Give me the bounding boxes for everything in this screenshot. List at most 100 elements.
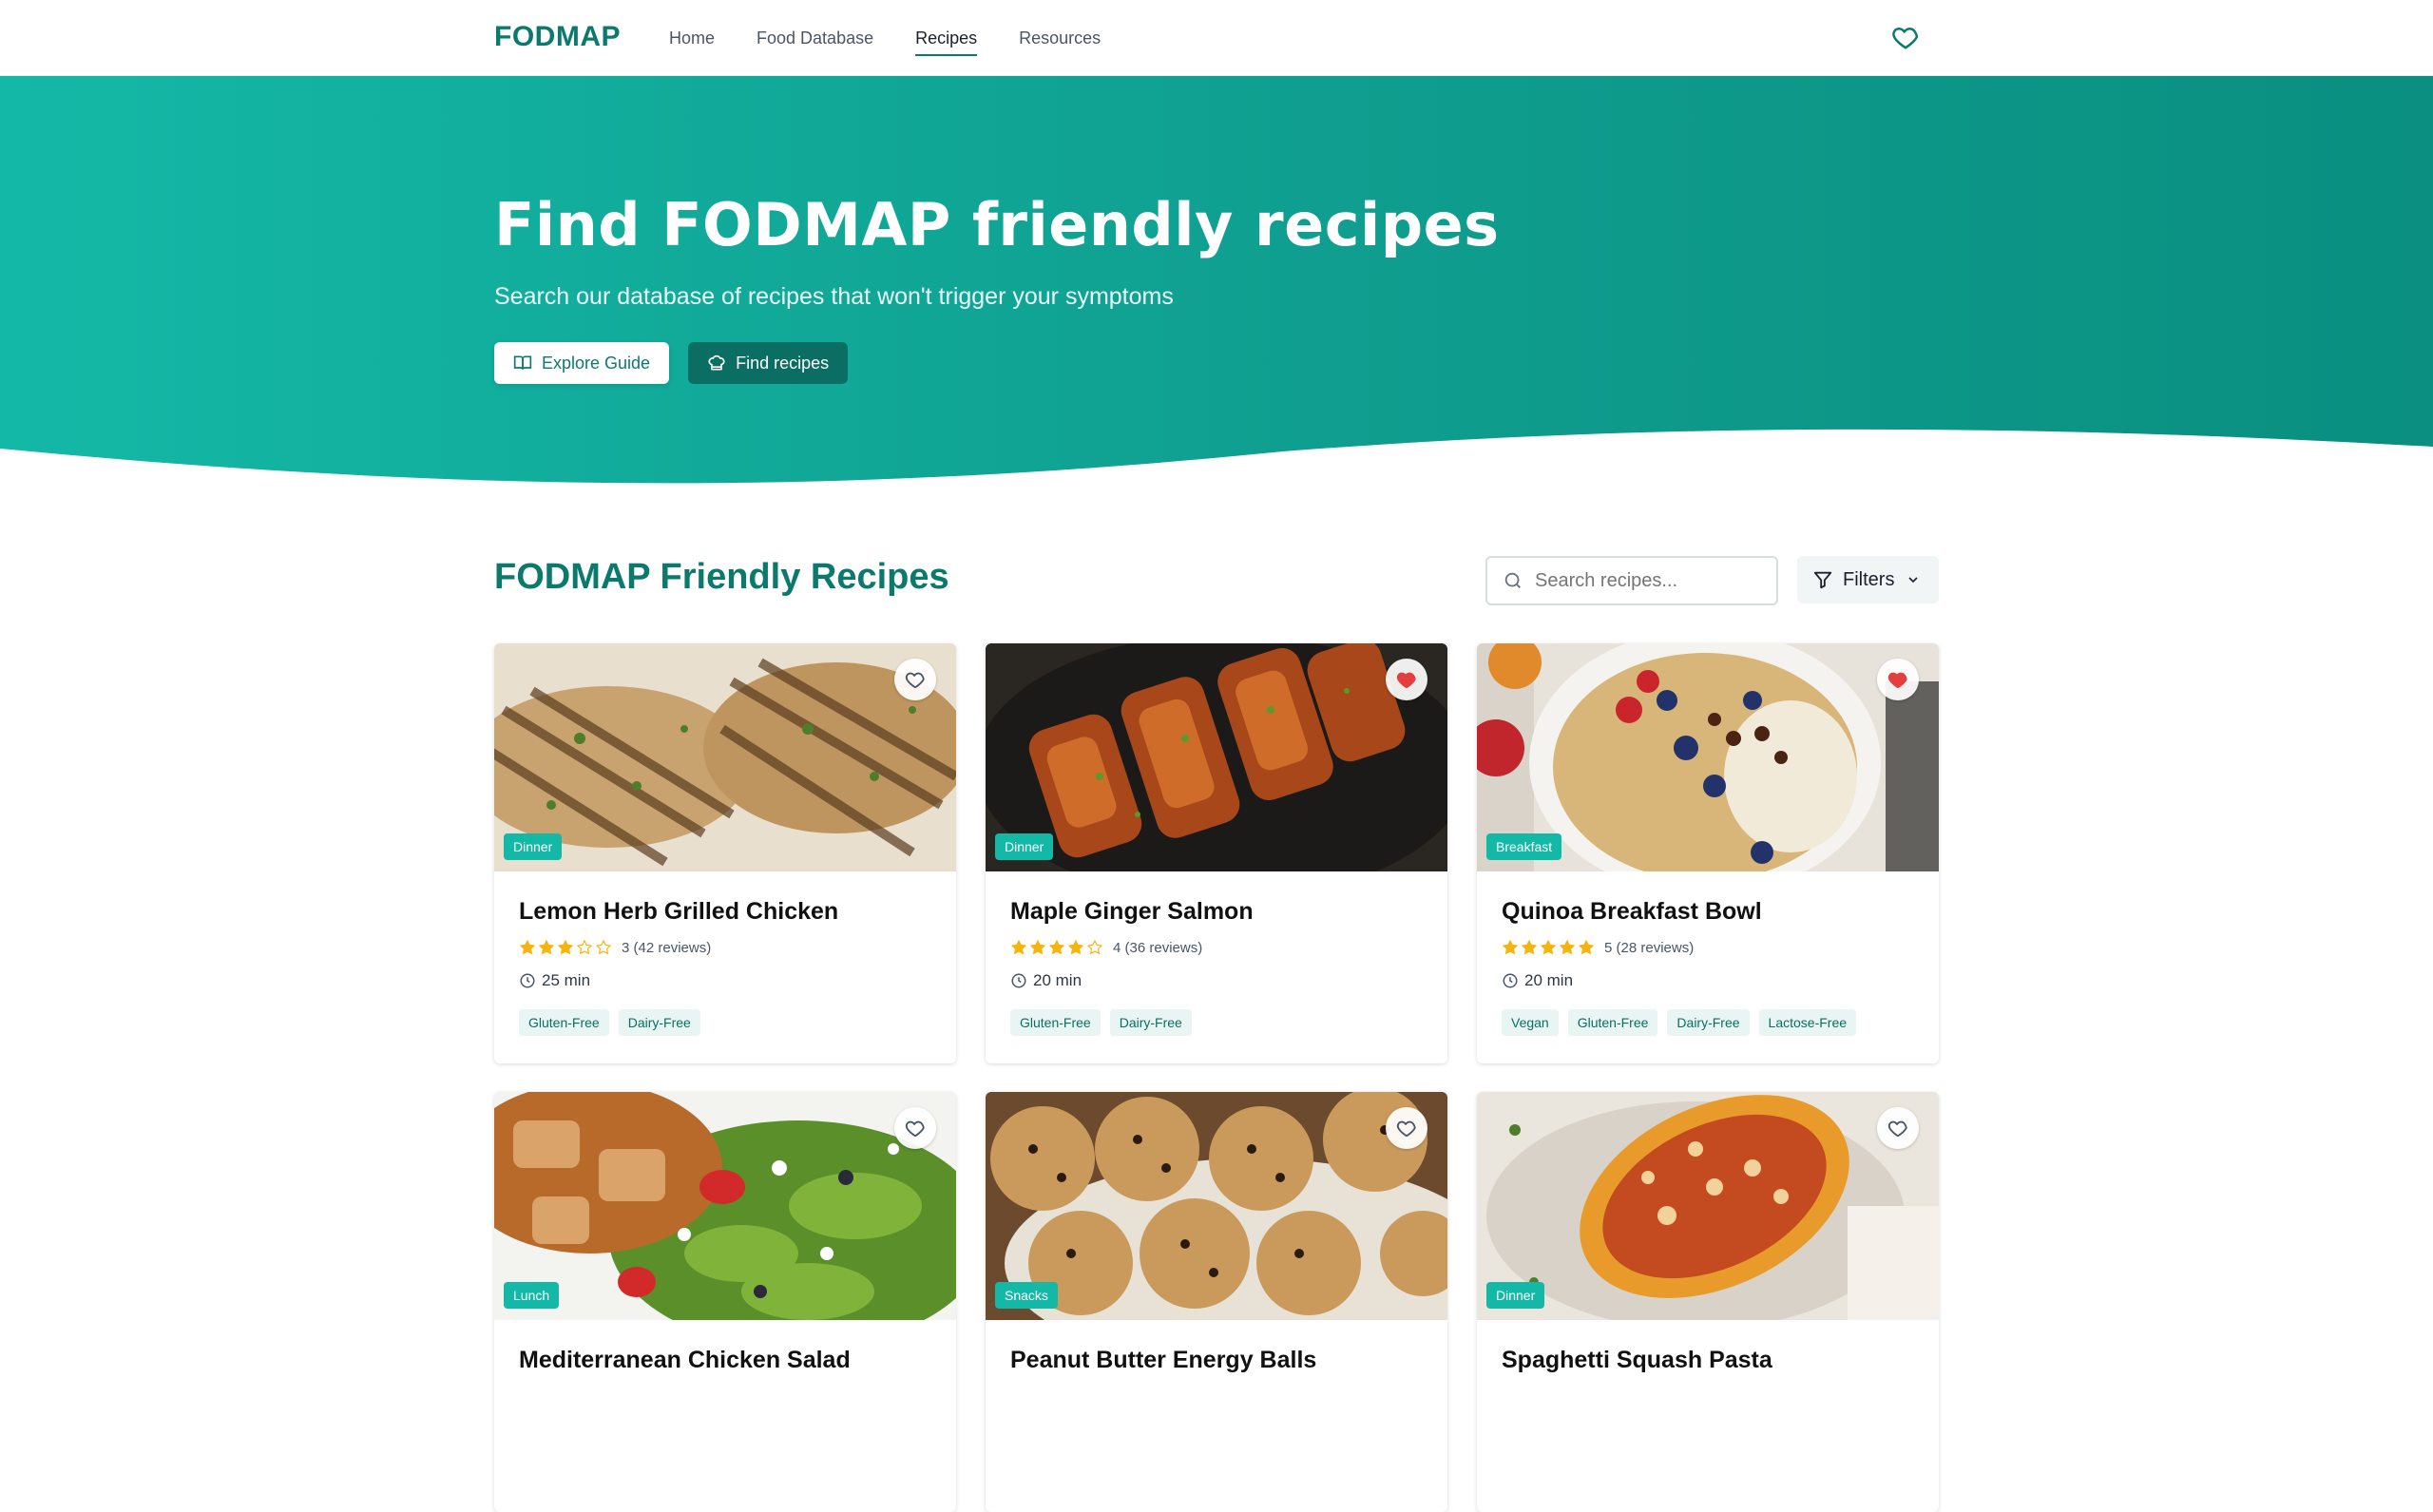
heart-outline-icon	[905, 672, 925, 689]
hero-subtitle: Search our database of recipes that won'…	[494, 283, 1174, 310]
nav-link-recipes[interactable]: Recipes	[915, 29, 978, 56]
glazed-salmon-photo	[986, 643, 1447, 871]
star-rating	[1010, 939, 1103, 956]
hero-wave-divider	[0, 429, 2433, 494]
favorite-button[interactable]	[1386, 659, 1427, 700]
tag-list: Gluten-Free Dairy-Free	[1010, 1009, 1428, 1036]
diet-tag: Dairy-Free	[1109, 1009, 1192, 1036]
category-badge: Snacks	[995, 1282, 1058, 1309]
tag-list: Gluten-Free Dairy-Free	[519, 1009, 937, 1036]
recipe-title: Quinoa Breakfast Bowl	[1502, 898, 1762, 925]
star-filled-icon	[1011, 940, 1026, 954]
clock-icon	[1011, 973, 1026, 988]
recipe-time: 25 min	[519, 971, 937, 990]
recipe-rating: 4 (36 reviews)	[1010, 939, 1428, 956]
chef-hat-icon	[708, 354, 725, 371]
explore-guide-label: Explore Guide	[542, 353, 651, 373]
star-filled-icon	[1068, 940, 1083, 954]
rating-text: 3 (42 reviews)	[622, 939, 712, 956]
star-filled-icon	[1541, 940, 1556, 954]
recipe-title: Maple Ginger Salmon	[1010, 898, 1254, 925]
nav-links: Home Food Database Recipes Resources	[669, 29, 1142, 56]
time-value: 20 min	[1033, 971, 1082, 989]
chicken-salad-photo	[494, 1092, 956, 1320]
star-filled-icon	[520, 940, 535, 954]
recipe-card[interactable]: Dinner Lemon Herb Grilled Chicken 3 (42 …	[494, 643, 956, 1063]
diet-tag: Vegan	[1502, 1009, 1559, 1036]
time-value: 25 min	[542, 971, 591, 989]
rating-text: 5 (28 reviews)	[1604, 939, 1695, 956]
rating-text: 4 (36 reviews)	[1113, 939, 1203, 956]
recipe-card[interactable]: Lunch Mediterranean Chicken Salad	[494, 1092, 956, 1512]
star-filled-icon	[558, 940, 573, 954]
diet-tag: Gluten-Free	[1010, 1009, 1101, 1036]
heart-outline-icon	[1396, 1120, 1416, 1138]
nav-link-resources[interactable]: Resources	[1019, 29, 1101, 56]
clock-icon	[1503, 973, 1518, 988]
filters-label: Filters	[1843, 568, 1895, 590]
recipe-rating: 3 (42 reviews)	[519, 939, 937, 956]
star-empty-icon	[596, 940, 611, 954]
nav-link-food-database[interactable]: Food Database	[757, 29, 873, 56]
category-badge: Breakfast	[1486, 833, 1562, 860]
star-filled-icon	[539, 940, 554, 954]
recipe-card[interactable]: Dinner Maple Ginger Salmon 4 (36 reviews…	[986, 643, 1447, 1063]
hero-title: Find FODMAP friendly recipes	[494, 190, 1500, 259]
category-badge: Lunch	[504, 1282, 560, 1309]
diet-tag: Dairy-Free	[618, 1009, 700, 1036]
diet-tag: Lactose-Free	[1758, 1009, 1857, 1036]
favorites-heart-icon[interactable]	[1891, 23, 1920, 51]
favorite-button[interactable]	[894, 659, 936, 700]
recipe-card[interactable]: Breakfast Quinoa Breakfast Bowl 5 (28 re…	[1477, 643, 1939, 1063]
star-filled-icon	[1560, 940, 1575, 954]
explore-guide-button[interactable]: Explore Guide	[494, 342, 670, 384]
favorite-button[interactable]	[894, 1107, 936, 1149]
filters-button[interactable]: Filters	[1797, 556, 1939, 603]
heart-outline-icon	[905, 1120, 925, 1138]
book-icon	[513, 355, 532, 370]
category-badge: Dinner	[995, 833, 1054, 860]
grilled-chicken-photo	[494, 643, 956, 871]
star-filled-icon	[1503, 940, 1518, 954]
star-filled-icon	[1579, 940, 1594, 954]
recipe-rating: 5 (28 reviews)	[1502, 939, 1920, 956]
diet-tag: Gluten-Free	[519, 1009, 609, 1036]
recipe-title: Lemon Herb Grilled Chicken	[519, 898, 839, 925]
recipe-time: 20 min	[1010, 971, 1428, 990]
favorite-button[interactable]	[1877, 1107, 1919, 1149]
spaghetti-squash-photo	[1477, 1092, 1939, 1320]
heart-filled-icon	[1887, 672, 1907, 689]
brand-logo[interactable]: FODMAP	[494, 21, 621, 53]
search-box[interactable]	[1485, 556, 1778, 605]
hero-banner: Find FODMAP friendly recipes Search our …	[0, 76, 2433, 494]
tag-list: Vegan Gluten-Free Dairy-Free Lactose-Fre…	[1502, 1009, 1920, 1036]
star-rating	[519, 939, 612, 956]
find-recipes-button[interactable]: Find recipes	[688, 342, 849, 384]
category-badge: Dinner	[1486, 1282, 1545, 1309]
diet-tag: Dairy-Free	[1667, 1009, 1750, 1036]
top-navbar: FODMAP Home Food Database Recipes Resour…	[0, 0, 2433, 76]
time-value: 20 min	[1524, 971, 1574, 989]
star-empty-icon	[1087, 940, 1102, 954]
category-badge: Dinner	[504, 833, 563, 860]
recipe-time: 20 min	[1502, 971, 1920, 990]
recipe-card[interactable]: Snacks Peanut Butter Energy Balls	[986, 1092, 1447, 1512]
clock-icon	[520, 973, 535, 988]
star-filled-icon	[1049, 940, 1064, 954]
find-recipes-label: Find recipes	[736, 353, 830, 373]
favorite-button[interactable]	[1877, 659, 1919, 700]
star-rating	[1502, 939, 1595, 956]
star-filled-icon	[1522, 940, 1537, 954]
chevron-down-icon	[1908, 577, 1919, 584]
favorite-button[interactable]	[1386, 1107, 1427, 1149]
heart-filled-icon	[1396, 672, 1416, 689]
star-filled-icon	[1030, 940, 1045, 954]
search-input[interactable]	[1535, 569, 1763, 592]
diet-tag: Gluten-Free	[1567, 1009, 1658, 1036]
search-icon	[1504, 572, 1521, 588]
section-title: FODMAP Friendly Recipes	[494, 557, 949, 597]
heart-outline-icon	[1887, 1120, 1907, 1138]
nav-link-home[interactable]: Home	[669, 29, 715, 56]
filter-funnel-icon	[1813, 571, 1832, 589]
recipe-card[interactable]: Dinner Spaghetti Squash Pasta	[1477, 1092, 1939, 1512]
